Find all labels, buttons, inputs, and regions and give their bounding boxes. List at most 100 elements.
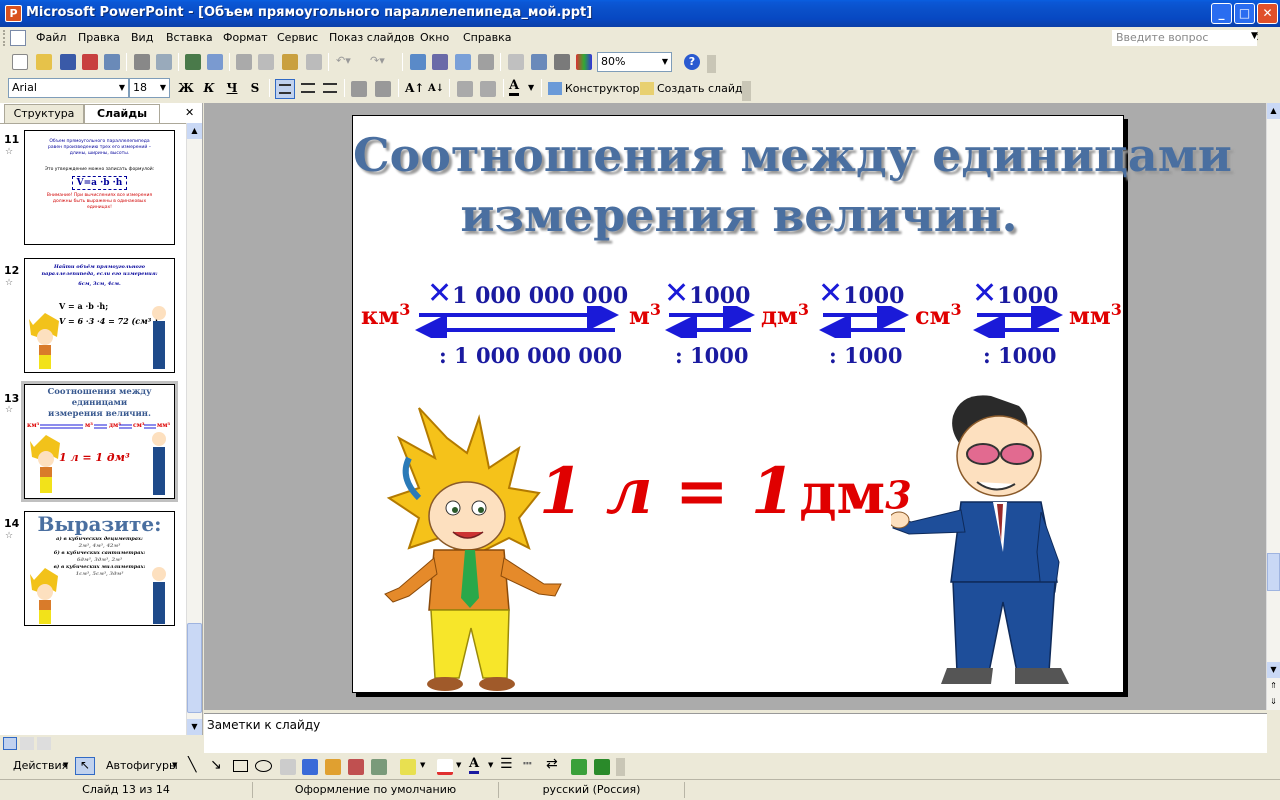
numbering-icon[interactable] [351, 81, 367, 97]
insert-diagram-icon[interactable] [478, 54, 494, 70]
rectangle-icon[interactable] [233, 760, 248, 772]
permission-icon[interactable] [82, 54, 98, 70]
slideshow-view-icon[interactable] [37, 737, 51, 750]
select-pointer-icon[interactable]: ↖ [75, 757, 95, 775]
shadow-style-icon[interactable] [571, 759, 587, 775]
menu-insert[interactable]: Вставка [166, 31, 213, 44]
slide-title-line1[interactable]: Соотношения между единицами [353, 128, 1232, 182]
font-color-dropdown-icon[interactable]: ▼ [528, 83, 534, 92]
current-slide[interactable]: Соотношения между единицами измерения ве… [352, 115, 1232, 693]
cut-icon[interactable] [236, 54, 252, 70]
paste-icon[interactable] [282, 54, 298, 70]
increase-font-icon[interactable]: A↑ [405, 81, 424, 95]
designer-button[interactable]: Конструктор [565, 82, 639, 95]
diagram-icon[interactable] [325, 759, 341, 775]
slide-sorter-icon[interactable] [20, 737, 34, 750]
menu-window[interactable]: Окно [420, 31, 449, 44]
tab-structure[interactable]: Структура [4, 104, 84, 123]
scroll-down-icon[interactable]: ▼ [1267, 662, 1280, 678]
actions-menu[interactable]: Действия [13, 759, 68, 772]
drawing-toolbar-options-icon[interactable] [616, 758, 625, 776]
format-painter-icon[interactable] [306, 54, 322, 70]
slide-thumbnail-11[interactable]: Объем прямоугольного параллелепипеда рав… [24, 130, 175, 245]
font-color-icon[interactable]: A [509, 79, 520, 96]
align-right-button[interactable] [321, 80, 339, 98]
slide-thumbnail-13-selected[interactable]: Соотношения между единицами измерения ве… [24, 384, 175, 499]
scroll-down-icon[interactable]: ▼ [187, 719, 202, 735]
pane-close-icon[interactable]: ✕ [185, 106, 194, 119]
line-style-icon[interactable]: ☰ [500, 756, 513, 772]
clipart-icon[interactable] [348, 759, 364, 775]
minimize-button[interactable]: _ [1211, 3, 1232, 24]
new-icon[interactable] [12, 54, 28, 70]
normal-view-icon[interactable] [3, 737, 17, 750]
dash-style-icon[interactable]: ┅ [523, 756, 531, 772]
menu-format[interactable]: Формат [223, 31, 268, 44]
insert-chart-icon[interactable] [410, 54, 426, 70]
scroll-thumb[interactable] [187, 623, 202, 713]
scroll-up-icon[interactable]: ▲ [1267, 103, 1280, 119]
align-center-button[interactable] [299, 80, 317, 98]
format-toolbar-options-icon[interactable] [742, 81, 751, 101]
research-icon[interactable] [207, 54, 223, 70]
question-dropdown-icon[interactable]: ▼ [1251, 31, 1258, 41]
textbox-icon[interactable] [280, 759, 296, 775]
arrow-style-icon[interactable]: ⇄ [546, 756, 558, 772]
underline-button[interactable]: Ч [222, 79, 242, 97]
notes-pane[interactable]: Заметки к слайду [204, 713, 1267, 753]
menu-file[interactable]: Файл [36, 31, 66, 44]
expand-all-icon[interactable] [508, 54, 524, 70]
autoshapes-menu[interactable]: Автофигуры [106, 759, 178, 772]
color-grayscale-icon[interactable] [576, 54, 592, 70]
font-select[interactable]: Arial ▼ [8, 78, 129, 98]
line-icon[interactable]: ╲ [188, 757, 196, 773]
close-button[interactable]: ✕ [1257, 3, 1278, 24]
powerpoint-app-icon[interactable]: P [5, 5, 22, 22]
line-color-icon[interactable] [437, 759, 453, 775]
slide-title-line2[interactable]: измерения величин. [353, 188, 1125, 242]
3d-style-icon[interactable] [594, 759, 610, 775]
liter-formula[interactable]: 1 л = 1 дм3 [539, 454, 912, 529]
save-icon[interactable] [60, 54, 76, 70]
question-input[interactable]: Введите вопрос [1112, 30, 1257, 46]
oval-icon[interactable] [255, 760, 272, 772]
redo-icon[interactable]: ↷▾ [370, 54, 385, 67]
open-icon[interactable] [36, 54, 52, 70]
slides-pane-scrollbar[interactable]: ▲ ▼ [186, 123, 202, 735]
bullets-icon[interactable] [375, 81, 391, 97]
menu-slideshow[interactable]: Показ слайдов [329, 31, 415, 44]
help-icon[interactable]: ? [684, 54, 700, 70]
autoshapes-dropdown-icon[interactable]: ▼ [172, 761, 177, 769]
menu-tools[interactable]: Сервис [277, 31, 318, 44]
decrease-font-icon[interactable]: A↓ [428, 83, 444, 94]
zoom-dropdown-icon[interactable]: ▼ [662, 53, 668, 71]
slide-thumbnail-14[interactable]: Выразите: а) в кубических дециметрах: 2м… [24, 511, 175, 626]
bold-button[interactable]: Ж [176, 79, 196, 97]
scroll-thumb[interactable] [1267, 553, 1280, 591]
wordart-icon[interactable] [302, 759, 318, 775]
menu-view[interactable]: Вид [131, 31, 153, 44]
increase-indent-icon[interactable] [480, 81, 496, 97]
slide-scrollbar[interactable]: ▲ ▼ ⇑ ⇓ [1266, 103, 1280, 710]
email-icon[interactable] [104, 54, 120, 70]
next-slide-icon[interactable]: ⇓ [1267, 694, 1280, 710]
line-color-dropdown-icon[interactable]: ▼ [456, 761, 461, 769]
arrow-icon[interactable]: ↘ [210, 757, 222, 773]
previous-slide-icon[interactable]: ⇑ [1267, 678, 1280, 694]
shadow-button[interactable]: S [245, 79, 265, 97]
maximize-button[interactable]: □ [1234, 3, 1255, 24]
text-color-dropdown-icon[interactable]: ▼ [488, 761, 493, 769]
toolbar-options-icon[interactable] [707, 55, 716, 73]
font-size-dropdown-icon[interactable]: ▼ [160, 79, 166, 97]
decrease-indent-icon[interactable] [457, 81, 473, 97]
font-dropdown-icon[interactable]: ▼ [119, 79, 125, 97]
picture-icon[interactable] [371, 759, 387, 775]
new-slide-button[interactable]: Создать слайд [657, 82, 743, 95]
menu-help[interactable]: Справка [463, 31, 511, 44]
print-icon[interactable] [134, 54, 150, 70]
italic-button[interactable]: К [199, 79, 219, 97]
tables-borders-icon[interactable] [455, 54, 471, 70]
slide-thumbnail-12[interactable]: Найти объём прямоугольного параллелепипе… [24, 258, 175, 373]
font-size-select[interactable]: 18 ▼ [129, 78, 170, 98]
zoom-select[interactable]: 80% ▼ [597, 52, 672, 72]
